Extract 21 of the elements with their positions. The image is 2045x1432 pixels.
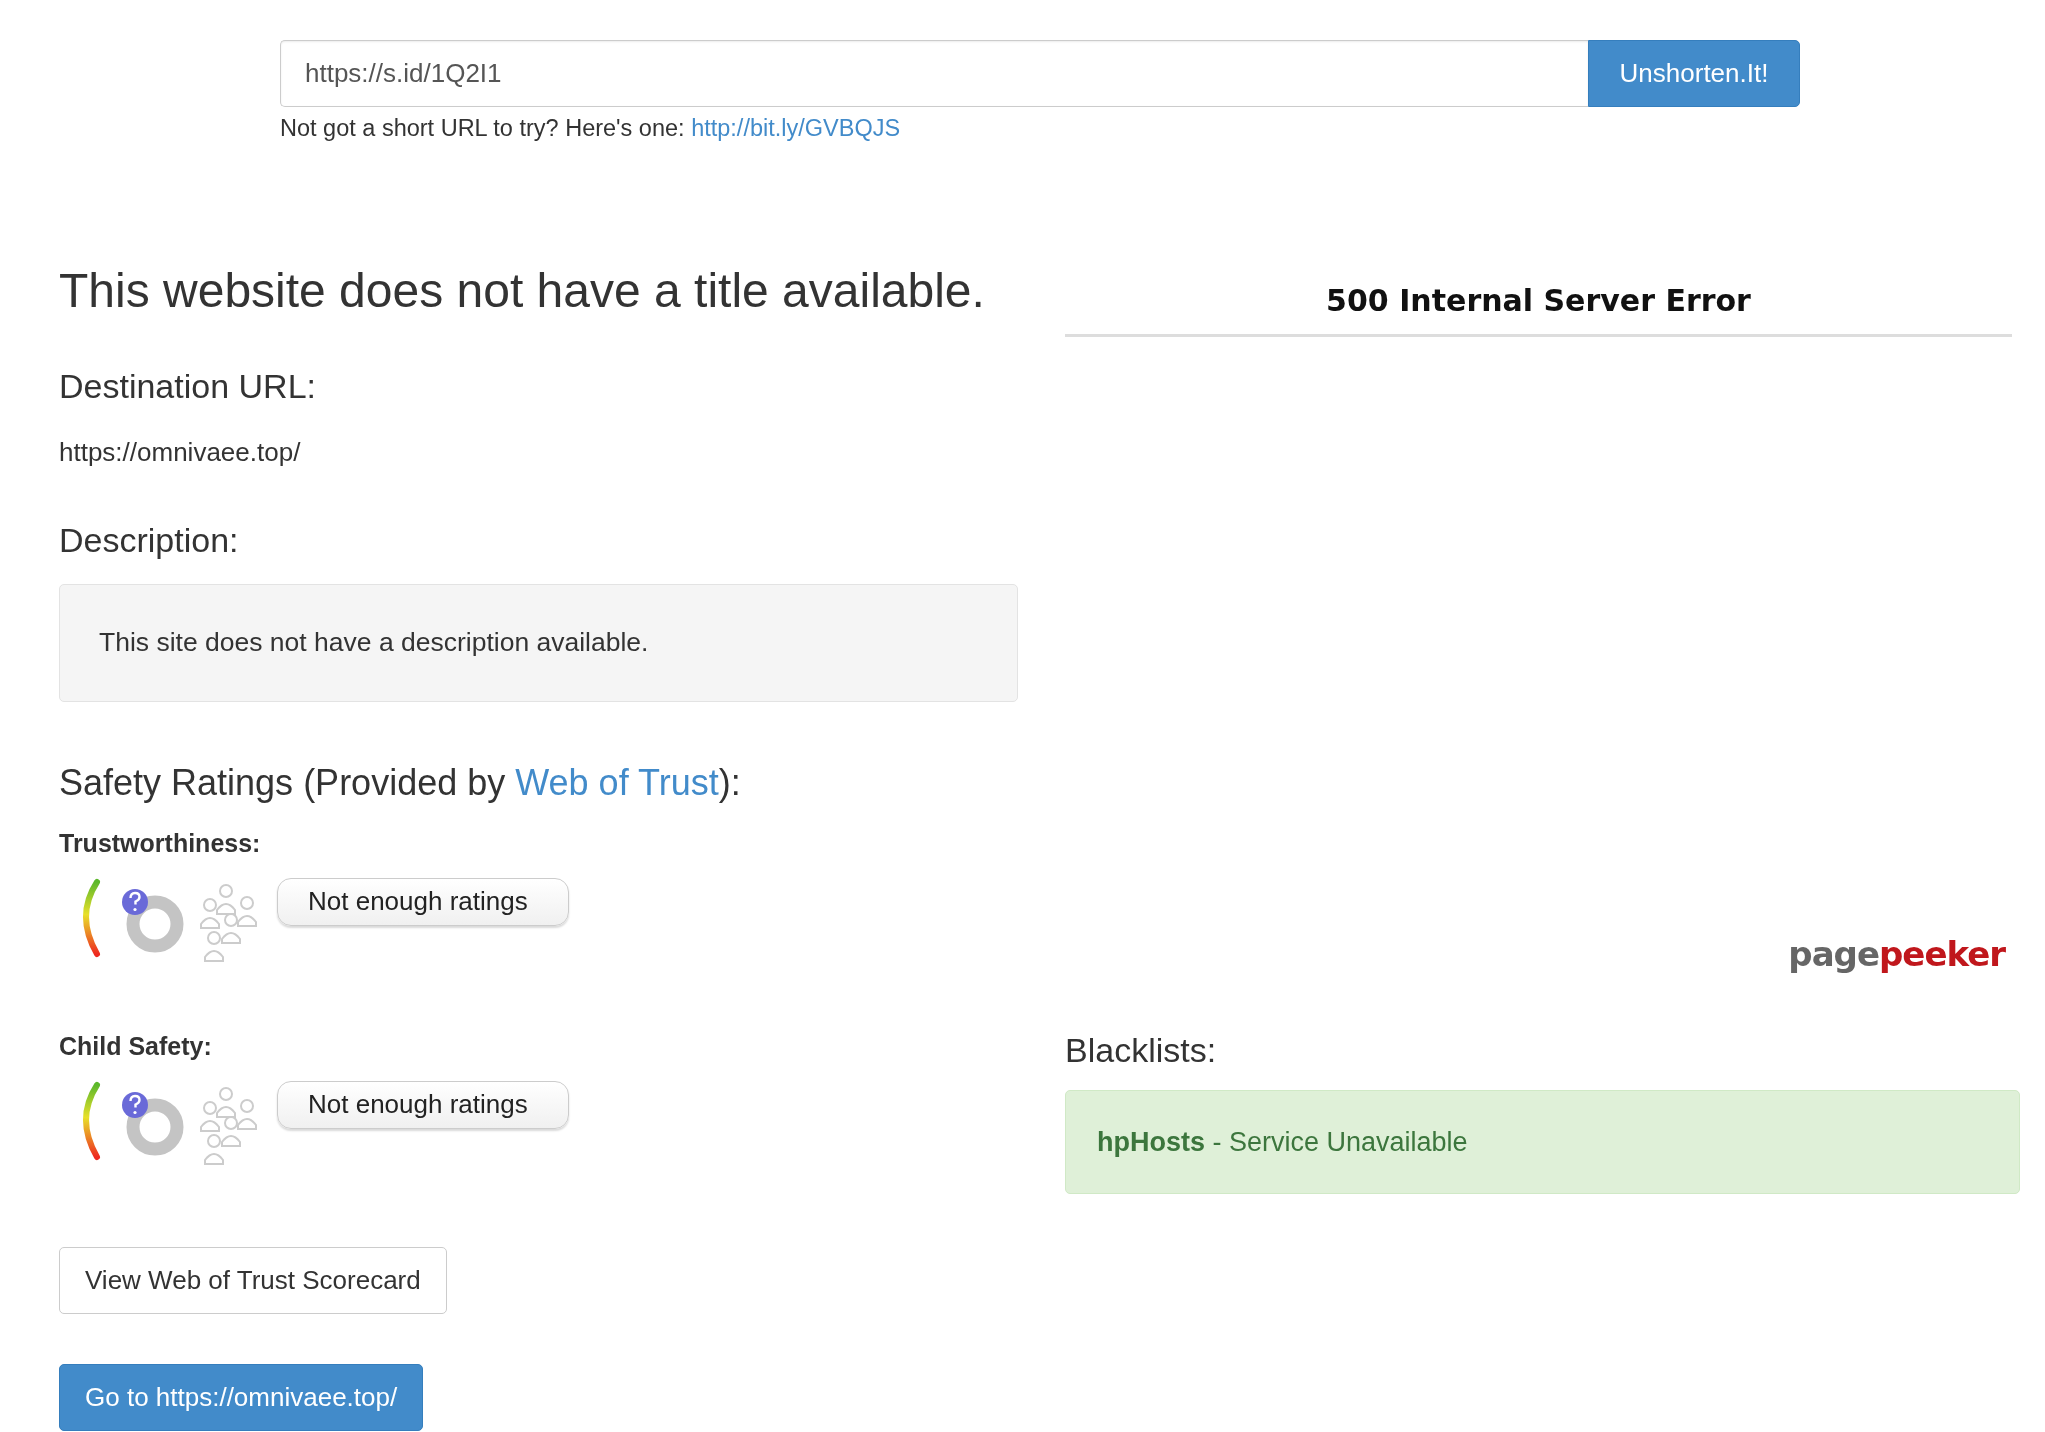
hint-text: Not got a short URL to try? Here's one: http://bit.ly/GVBQJS — [280, 115, 902, 142]
example-link[interactable]: http://bit.ly/GVBQJS — [691, 115, 901, 141]
web-of-trust-link[interactable]: Web of Trust — [515, 761, 719, 803]
rating-label: Child Safety: — [59, 1031, 212, 1061]
unshorten-button[interactable]: Unshorten.It! — [1588, 40, 1800, 107]
section-heading: Description: — [59, 519, 239, 561]
go-to-site-button[interactable]: Go to https://omnivaee.top/ — [59, 1363, 424, 1431]
rating-status: Not enough ratings — [277, 1080, 569, 1129]
page-title: This website does not have a title available. — [59, 263, 985, 319]
error-heading: 500 Internal Server Error — [1065, 260, 2012, 337]
section-heading: Blacklists: — [1065, 1030, 1217, 1071]
rating-label: Trustworthiness: — [59, 828, 261, 858]
destination-url: https://omnivaee.top/ — [59, 436, 301, 468]
section-heading: Destination URL: — [59, 366, 316, 408]
rating-status: Not enough ratings — [277, 877, 569, 926]
scorecard-button[interactable]: View Web of Trust Scorecard — [59, 1246, 447, 1314]
safety-heading: Safety Ratings (Provided by Web of Trust): — [59, 760, 741, 805]
url-input-field[interactable]: https://s.id/1Q2I1 — [280, 40, 1588, 107]
blacklist-status: hpHosts - Service Unavailable — [1097, 1126, 1468, 1158]
pagepeeker-logo: pagepeeker — [1788, 934, 2005, 974]
description-text: This site does not have a description available. — [99, 627, 649, 659]
